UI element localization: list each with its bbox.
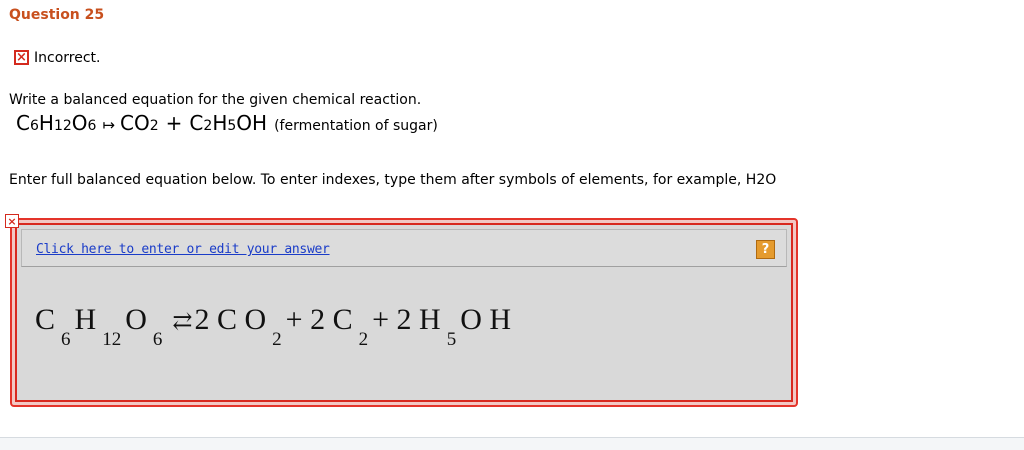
x-icon: × <box>14 50 29 65</box>
status-text: Incorrect. <box>34 49 101 66</box>
product1-formula: CO <box>120 111 150 135</box>
answer-sub: 6 <box>61 329 71 350</box>
answer-sub: 5 <box>446 329 457 350</box>
answer-term: H <box>74 303 97 336</box>
reaction-plus: + <box>165 111 183 135</box>
answer-equation: C6 H 12 O6 ⇄ 2 C O2 + 2 C2 + 2 H5 O H <box>35 303 515 350</box>
answer-term: + 2 H <box>372 303 441 336</box>
answer-error-icon: × <box>5 214 19 228</box>
answer-term: 2 C O <box>194 303 267 336</box>
answer-term: O <box>125 303 147 336</box>
answer-box: Click here to enter or edit your answer … <box>10 218 798 407</box>
reaction-note: (fermentation of sugar) <box>274 118 438 134</box>
help-icon[interactable]: ? <box>756 240 775 259</box>
question-title: Question 25 <box>9 7 105 23</box>
answer-term: O H <box>460 303 512 336</box>
answer-toolbar: Click here to enter or edit your answer … <box>21 229 787 267</box>
reactant-h: H <box>38 111 54 135</box>
product2-c: C <box>189 111 204 135</box>
answer-sub: 6 <box>152 329 163 350</box>
reaction-equation: C 6 H 12 O 6 ↦ CO 2 + C 2 H 5 OH (fermentation of … <box>16 111 438 135</box>
footer-divider <box>0 437 1024 450</box>
answer-term: + 2 C <box>285 303 353 336</box>
equilibrium-arrow-icon: ⇄ <box>172 309 193 335</box>
instructions: Enter full balanced equation below. To e… <box>9 172 777 188</box>
answer-term: C <box>35 303 56 336</box>
question-prompt: Write a balanced equation for the given … <box>9 92 422 108</box>
reactant-o: O <box>71 111 88 135</box>
reactant-c: C <box>16 111 30 135</box>
answer-sub: 12 <box>102 329 122 350</box>
answer-sub: 2 <box>272 329 282 350</box>
answer-sub: 2 <box>358 329 369 350</box>
product2-h: H <box>212 111 228 135</box>
status-row: × Incorrect. <box>14 48 100 67</box>
reaction-arrow: ↦ <box>102 116 116 134</box>
edit-answer-link[interactable]: Click here to enter or edit your answer <box>36 242 330 257</box>
product2-oh: OH <box>236 111 268 135</box>
answer-area[interactable]: Click here to enter or edit your answer … <box>15 223 793 402</box>
